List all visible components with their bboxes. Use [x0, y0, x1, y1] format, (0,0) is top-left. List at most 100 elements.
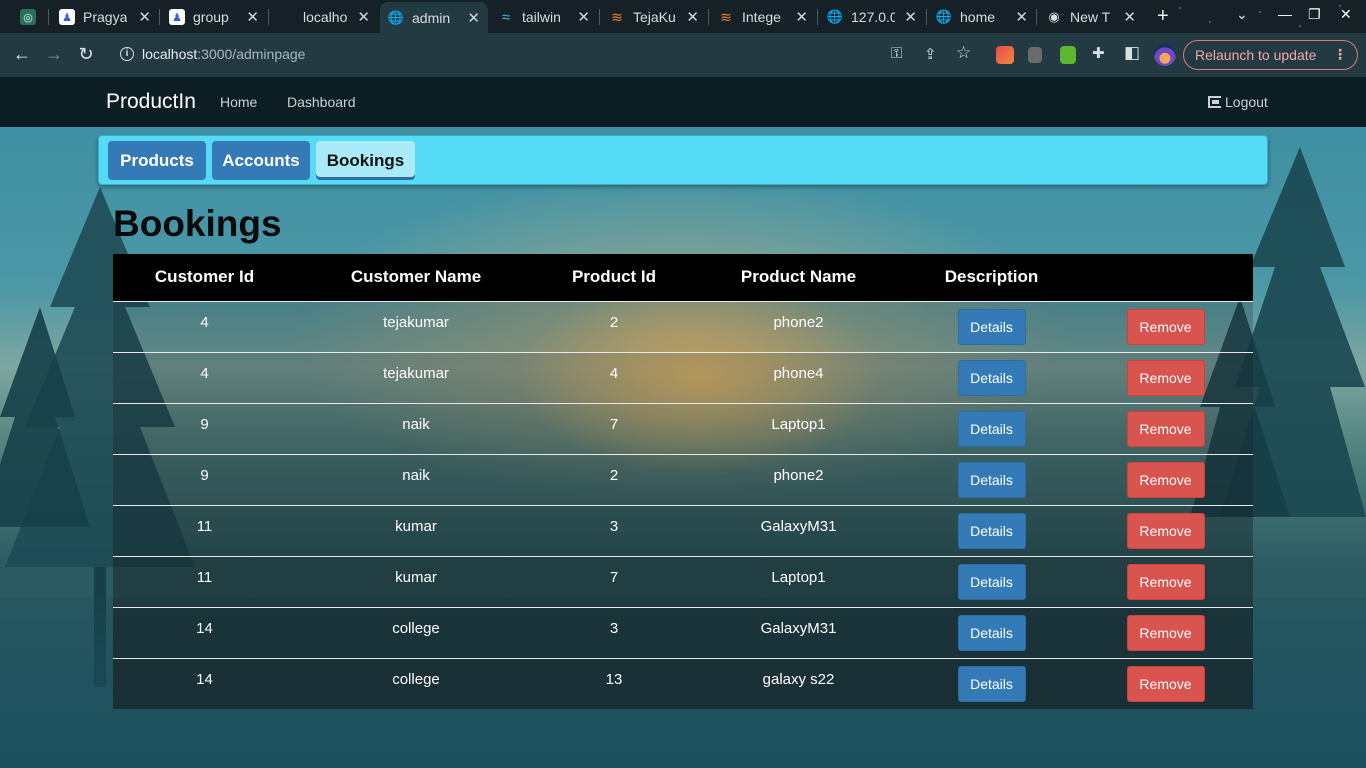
- tab-bookings[interactable]: Bookings: [316, 141, 415, 180]
- tab-close-icon[interactable]: ✕: [577, 8, 590, 26]
- brand-logo[interactable]: ProductIn: [106, 90, 196, 114]
- tab-close-icon[interactable]: ✕: [1123, 8, 1136, 26]
- product-id-cell: 2: [536, 300, 692, 352]
- restore-window-icon[interactable]: ❐: [1308, 6, 1321, 23]
- tab-title: Intege: [742, 9, 781, 25]
- remove-button[interactable]: Remove: [1126, 665, 1205, 702]
- tab-title: admin: [412, 9, 451, 26]
- tab-close-icon[interactable]: ✕: [686, 8, 699, 26]
- column-header: [1078, 254, 1253, 301]
- browser-tab[interactable]: ≋ TejaKu ✕: [601, 4, 707, 30]
- remove-button[interactable]: Remove: [1126, 461, 1205, 498]
- relaunch-button[interactable]: Relaunch to update ⋮: [1183, 40, 1358, 70]
- details-button[interactable]: Details: [957, 359, 1026, 396]
- tab-close-icon[interactable]: ✕: [795, 8, 808, 26]
- tab-accounts[interactable]: Accounts: [212, 141, 310, 180]
- download-extension-icon[interactable]: [1060, 46, 1076, 64]
- details-button[interactable]: Details: [957, 308, 1026, 345]
- page-favicon-icon: ♟: [169, 9, 185, 25]
- back-arrow-icon[interactable]: ←: [11, 44, 33, 65]
- customer-name-cell: naik: [296, 453, 536, 505]
- product-name-cell: galaxy s22: [692, 657, 905, 709]
- remove-button[interactable]: Remove: [1126, 308, 1205, 345]
- remove-button[interactable]: Remove: [1126, 512, 1205, 549]
- customer-name-cell: college: [296, 657, 536, 709]
- customer-name-cell: tejakumar: [296, 300, 536, 352]
- remove-button[interactable]: Remove: [1126, 563, 1205, 600]
- customer-name-cell: kumar: [296, 555, 536, 607]
- customer-id-cell: 11: [113, 555, 296, 607]
- browser-tab-active[interactable]: 🌐 admin ✕: [380, 2, 488, 33]
- description-cell: Details: [905, 351, 1078, 403]
- remove-button[interactable]: Remove: [1126, 614, 1205, 651]
- details-button[interactable]: Details: [957, 665, 1026, 702]
- details-button[interactable]: Details: [957, 563, 1026, 600]
- side-panel-icon[interactable]: ◧: [1124, 43, 1140, 63]
- minimize-window-icon[interactable]: —: [1278, 6, 1292, 22]
- tab-title: TejaKu: [633, 9, 676, 25]
- customer-id-cell: 4: [113, 300, 296, 352]
- tab-close-icon[interactable]: ✕: [1015, 8, 1028, 26]
- browser-toolbar: ← → ↻ i localhost:3000/adminpage ⚿ ⇪ ☆ ✚…: [0, 33, 1366, 77]
- browser-tab[interactable]: ≈ tailwin ✕: [490, 4, 598, 30]
- tab-close-icon[interactable]: ✕: [357, 8, 370, 26]
- tab-close-icon[interactable]: ✕: [246, 8, 259, 26]
- tab-close-icon[interactable]: ✕: [467, 9, 480, 27]
- column-header: Description: [905, 254, 1078, 301]
- key-icon[interactable]: ⚿: [891, 45, 902, 62]
- browser-tab[interactable]: 🌐 127.0.0 ✕: [819, 4, 925, 30]
- table-header-row: Customer Id Customer Name Product Id Pro…: [113, 254, 1253, 301]
- extension-icon[interactable]: [1028, 47, 1042, 63]
- new-tab-button[interactable]: +: [1157, 5, 1169, 28]
- details-button[interactable]: Details: [957, 614, 1026, 651]
- browser-tab-strip: ◎ ♟ Pragya ✕ ♟ group ✕ localho ✕ 🌐 admin…: [0, 0, 1366, 33]
- chatgpt-favicon-icon: ◎: [20, 9, 36, 25]
- browser-tab[interactable]: ≋ Intege ✕: [710, 4, 816, 30]
- table-row: 4 tejakumar 2 phone2 Details Remove: [113, 300, 1253, 352]
- close-window-icon[interactable]: ✕: [1340, 6, 1352, 23]
- nav-link-dashboard[interactable]: Dashboard: [287, 94, 356, 110]
- bookmark-star-icon[interactable]: ☆: [956, 43, 971, 63]
- logout-link[interactable]: Logout: [1208, 94, 1268, 110]
- remove-button[interactable]: Remove: [1126, 359, 1205, 396]
- table-row: 9 naik 2 phone2 Details Remove: [113, 453, 1253, 505]
- customer-id-cell: 4: [113, 351, 296, 403]
- browser-tab[interactable]: ◉ New T ✕: [1038, 4, 1144, 30]
- table-row: 14 college 13 galaxy s22 Details Remove: [113, 657, 1253, 709]
- tailwind-favicon-icon: ≈: [501, 8, 511, 26]
- forward-arrow-icon[interactable]: →: [43, 44, 65, 65]
- browser-menu-icon[interactable]: ⋮: [1333, 46, 1347, 63]
- action-cell: Remove: [1078, 555, 1253, 607]
- extension-icon[interactable]: [996, 46, 1014, 64]
- browser-tab[interactable]: ♟ group ✕: [161, 4, 267, 30]
- admin-tab-panel: Products Accounts Bookings: [98, 135, 1268, 185]
- browser-tab[interactable]: 🌐 home ✕: [928, 4, 1036, 30]
- details-button[interactable]: Details: [957, 512, 1026, 549]
- tab-products[interactable]: Products: [108, 141, 206, 180]
- description-cell: Details: [905, 606, 1078, 658]
- details-button[interactable]: Details: [957, 461, 1026, 498]
- details-button[interactable]: Details: [957, 410, 1026, 447]
- browser-tab[interactable]: ◎: [12, 4, 48, 30]
- profile-avatar[interactable]: [1154, 44, 1176, 66]
- action-cell: Remove: [1078, 453, 1253, 505]
- tab-search-icon[interactable]: ⌄: [1236, 6, 1248, 23]
- tab-close-icon[interactable]: ✕: [138, 8, 151, 26]
- site-info-icon[interactable]: i: [120, 47, 134, 61]
- url-text[interactable]: localhost:3000/adminpage: [142, 46, 305, 62]
- nav-link-home[interactable]: Home: [220, 94, 257, 110]
- tab-close-icon[interactable]: ✕: [904, 8, 917, 26]
- tab-title: localho: [303, 9, 348, 25]
- customer-id-cell: 14: [113, 657, 296, 709]
- extensions-puzzle-icon[interactable]: ✚: [1092, 44, 1105, 62]
- product-id-cell: 7: [536, 402, 692, 454]
- address-bar[interactable]: i localhost:3000/adminpage ⚿ ⇪ ☆: [108, 39, 978, 71]
- remove-button[interactable]: Remove: [1126, 410, 1205, 447]
- product-name-cell: phone2: [692, 453, 905, 505]
- reload-icon[interactable]: ↻: [75, 44, 97, 65]
- relaunch-label: Relaunch to update: [1195, 47, 1317, 63]
- browser-tab[interactable]: localho ✕: [270, 4, 378, 30]
- share-icon[interactable]: ⇪: [924, 45, 937, 63]
- table-row: 4 tejakumar 4 phone4 Details Remove: [113, 351, 1253, 403]
- browser-tab[interactable]: ♟ Pragya ✕: [51, 4, 159, 30]
